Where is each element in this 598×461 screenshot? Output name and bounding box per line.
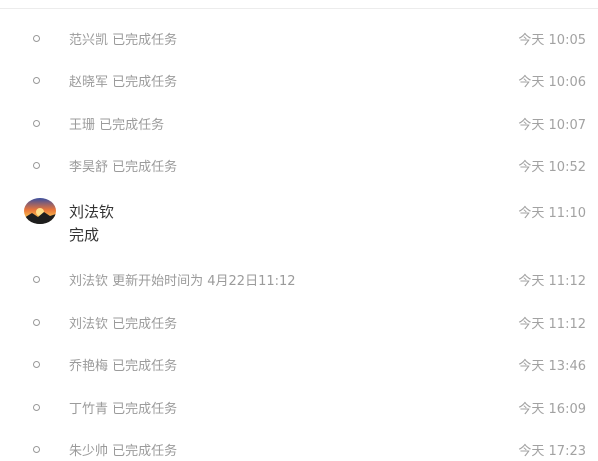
activity-time: 今天 10:05 — [518, 33, 586, 48]
activity-text: 王珊 已完成任务 — [69, 118, 165, 133]
activity-text: 李昊舒 已完成任务 — [69, 160, 178, 175]
activity-item: 丁竹青 已完成任务 今天 16:09 — [0, 395, 598, 419]
activity-time: 今天 10:52 — [518, 160, 586, 175]
activity-item: 王珊 已完成任务 今天 10:07 — [0, 111, 598, 135]
activity-item: 乔艳梅 已完成任务 今天 13:46 — [0, 352, 598, 376]
comment-time: 今天 11:10 — [518, 206, 586, 221]
activity-item: 刘法钦 更新开始时间为 4月22日11:12 今天 11:12 — [0, 267, 598, 291]
activity-text: 刘法钦 更新开始时间为 4月22日11:12 — [69, 274, 296, 289]
activity-text: 赵晓军 已完成任务 — [69, 75, 178, 90]
activity-text: 丁竹青 已完成任务 — [69, 402, 178, 417]
bullet-icon — [33, 120, 40, 127]
activity-feed: 范兴凯 已完成任务 今天 10:05 赵晓军 已完成任务 今天 10:06 王珊… — [0, 0, 598, 460]
activity-time: 今天 11:12 — [518, 317, 586, 332]
bullet-icon — [33, 404, 40, 411]
activity-item: 赵晓军 已完成任务 今天 10:06 — [0, 68, 598, 92]
activity-item: 范兴凯 已完成任务 今天 10:05 — [0, 26, 598, 50]
sunset-avatar-icon[interactable] — [24, 198, 56, 224]
activity-text: 乔艳梅 已完成任务 — [69, 359, 178, 374]
bullet-icon — [33, 77, 40, 84]
bullet-icon — [33, 361, 40, 368]
bullet-icon — [33, 276, 40, 283]
bullet-icon — [33, 446, 40, 453]
activity-item: 李昊舒 已完成任务 今天 10:52 — [0, 153, 598, 177]
activity-text: 刘法钦 已完成任务 — [69, 317, 178, 332]
bullet-icon — [33, 162, 40, 169]
activity-time: 今天 13:46 — [518, 359, 586, 374]
activity-time: 今天 11:12 — [518, 274, 586, 289]
activity-time: 今天 16:09 — [518, 402, 586, 417]
activity-item: 朱少帅 已完成任务 今天 17:23 — [0, 437, 598, 461]
activity-item: 刘法钦 已完成任务 今天 11:12 — [0, 310, 598, 334]
activity-time: 今天 17:23 — [518, 444, 586, 459]
comment-item: 刘法钦 完成 今天 11:10 — [0, 196, 598, 248]
activity-text: 范兴凯 已完成任务 — [69, 33, 178, 48]
activity-time: 今天 10:07 — [518, 118, 586, 133]
comment-body: 完成 — [69, 226, 100, 244]
activity-time: 今天 10:06 — [518, 75, 586, 90]
activity-text: 朱少帅 已完成任务 — [69, 444, 178, 459]
bullet-icon — [33, 35, 40, 42]
bullet-icon — [33, 319, 40, 326]
comment-author: 刘法钦 — [69, 203, 115, 221]
